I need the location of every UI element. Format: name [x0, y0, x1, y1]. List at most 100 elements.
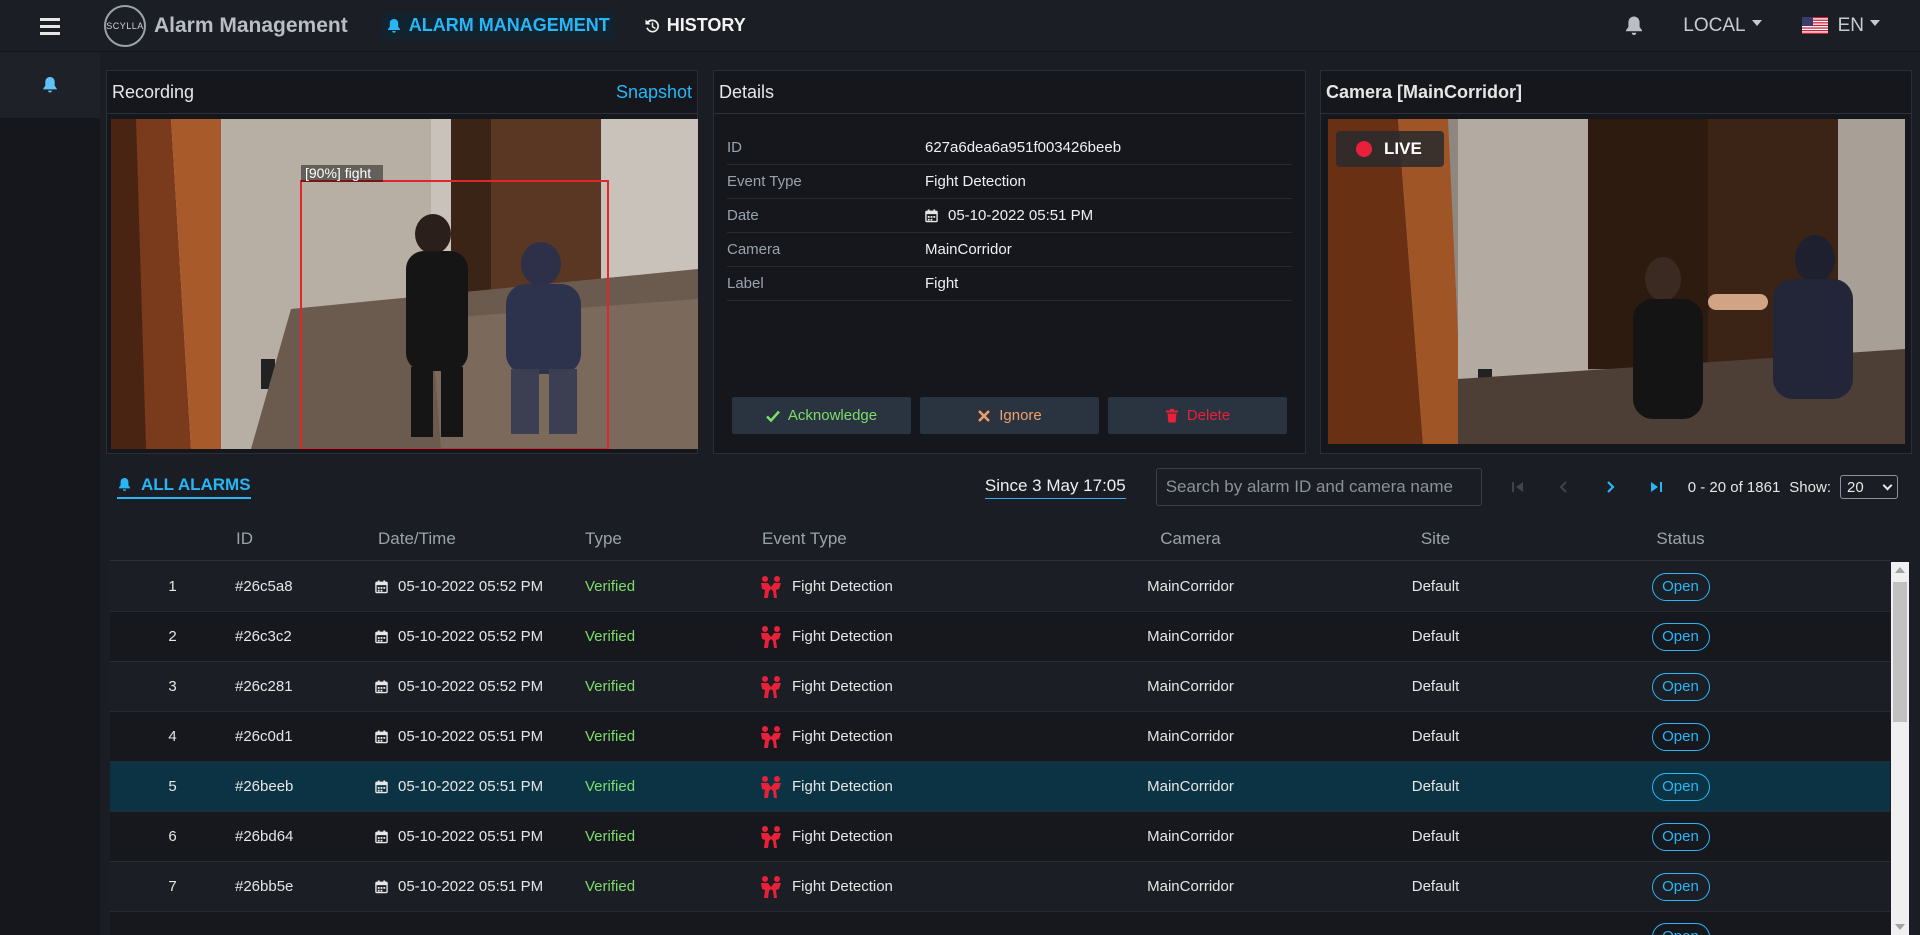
fight-icon: [761, 725, 781, 748]
calendar-icon: [375, 780, 388, 793]
ignore-label: Ignore: [999, 407, 1042, 424]
alarm-event-type: Fight Detection: [758, 675, 1068, 699]
app-logo[interactable]: SCYLLA Alarm Management: [104, 4, 348, 47]
alarm-type: Verified: [585, 578, 636, 595]
alarm-datetime-text: 05-10-2022 05:51 PM: [398, 828, 544, 845]
last-page-button[interactable]: [1640, 471, 1672, 503]
status-open-badge[interactable]: Open: [1651, 572, 1710, 601]
all-alarms-tab[interactable]: ALL ALARMS: [117, 475, 251, 499]
live-label: LIVE: [1384, 139, 1422, 158]
alarm-event-type: Fight Detection: [758, 625, 1068, 649]
table-scrollbar[interactable]: [1891, 562, 1909, 935]
table-row[interactable]: 7 #26bb5e 05-10-2022 05:51 PM Verified Fight…: [110, 862, 1890, 912]
detail-value: Fight Detection: [925, 173, 1026, 190]
prev-page-button[interactable]: [1548, 471, 1580, 503]
locale-dropdown[interactable]: LOCAL: [1683, 15, 1762, 37]
alarm-site: Default: [1411, 778, 1460, 795]
status-open-badge[interactable]: Open: [1651, 822, 1710, 851]
column-header-camera[interactable]: Camera: [1068, 529, 1313, 549]
status-open-badge[interactable]: Open: [1651, 872, 1710, 901]
alarm-datetime: 05-10-2022 05:51 PM: [375, 728, 585, 745]
alarm-site: Default: [1411, 728, 1460, 745]
detail-value: MainCorridor: [925, 241, 1012, 258]
scroll-up-icon[interactable]: [1895, 567, 1905, 573]
column-header-id[interactable]: ID: [235, 529, 375, 549]
sidebar-item-alarms[interactable]: [0, 52, 100, 118]
camera-header: Camera [MainCorridor]: [1321, 71, 1911, 114]
alarm-status: Open: [1558, 822, 1803, 851]
status-open-badge[interactable]: Open: [1651, 622, 1710, 651]
next-page-button[interactable]: [1594, 471, 1626, 503]
delete-label: Delete: [1186, 407, 1231, 424]
detail-row-date: Date 05-10-2022 05:51 PM: [727, 199, 1292, 233]
delete-button[interactable]: Delete: [1108, 397, 1287, 434]
page-size-value: 20: [1847, 478, 1864, 496]
table-row[interactable]: 2 #26c3c2 05-10-2022 05:52 PM Verified Fight…: [110, 612, 1890, 662]
details-header: Details: [714, 71, 1305, 114]
page-size-select[interactable]: 20: [1840, 475, 1898, 499]
scroll-down-icon[interactable]: [1895, 924, 1905, 930]
acknowledge-button[interactable]: Acknowledge: [732, 397, 911, 434]
notifications-bell-icon[interactable]: [1623, 15, 1645, 37]
detail-row-label: Label Fight: [727, 267, 1292, 301]
alarm-event-text: Fight Detection: [792, 778, 893, 795]
alarm-search-input[interactable]: [1155, 468, 1482, 506]
table-row[interactable]: 5 #26beeb 05-10-2022 05:51 PM Verified Fight…: [110, 762, 1890, 812]
alarm-datetime: 05-10-2022 05:51 PM: [375, 878, 585, 895]
alarm-event-type: Fight Detection: [758, 775, 1068, 799]
column-header-site[interactable]: Site: [1313, 529, 1558, 549]
scroll-thumb[interactable]: [1893, 582, 1907, 722]
status-open-badge[interactable]: Open: [1651, 722, 1710, 751]
trash-icon: [1165, 408, 1178, 422]
row-index: 6: [168, 828, 177, 845]
table-row[interactable]: 3 #26c281 05-10-2022 05:52 PM Verified Fight…: [110, 662, 1890, 712]
alarm-camera: MainCorridor: [1147, 628, 1234, 645]
details-title: Details: [719, 81, 775, 102]
menu-icon[interactable]: [0, 0, 100, 52]
snapshot-link[interactable]: Snapshot: [616, 82, 692, 103]
first-page-button[interactable]: [1502, 471, 1534, 503]
tab-history[interactable]: HISTORY: [640, 13, 750, 39]
alarm-camera: MainCorridor: [1147, 778, 1234, 795]
live-frame: [1328, 119, 1905, 444]
column-header-datetime[interactable]: Date/Time: [375, 529, 585, 549]
status-open-badge[interactable]: Open: [1651, 922, 1710, 935]
alarm-camera: MainCorridor: [1147, 828, 1234, 845]
status-open-badge[interactable]: Open: [1651, 772, 1710, 801]
detail-row-id: ID 627a6dea6a951f003426beeb: [727, 131, 1292, 165]
tab-alarm-management[interactable]: ALARM MANAGEMENT: [381, 12, 614, 39]
table-row[interactable]: 4 #26c0d1 05-10-2022 05:51 PM Verified Fight…: [110, 712, 1890, 762]
alarm-camera: MainCorridor: [1147, 728, 1234, 745]
column-header-type[interactable]: Type: [585, 529, 758, 549]
app-title: Alarm Management: [154, 13, 348, 37]
alarm-camera: MainCorridor: [1147, 578, 1234, 595]
tab-label: HISTORY: [666, 15, 746, 35]
table-row[interactable]: 6 #26bd64 05-10-2022 05:51 PM Verified Fight…: [110, 812, 1890, 862]
alarm-event-type: Fight Detection: [758, 575, 1068, 599]
detail-key: ID: [727, 139, 742, 156]
alarm-event-type: Fight Detection: [758, 725, 1068, 749]
fight-icon: [761, 775, 781, 798]
check-icon: [765, 410, 780, 422]
language-dropdown[interactable]: EN: [1801, 15, 1880, 37]
alarm-type: Verified: [585, 678, 636, 695]
detail-value: Fight: [925, 275, 959, 292]
alarm-id: #26bb5e: [235, 878, 294, 895]
live-video[interactable]: LIVE: [1328, 119, 1905, 444]
row-index: 1: [168, 578, 177, 595]
alarm-event-text: Fight Detection: [792, 628, 893, 645]
table-row[interactable]: Open: [110, 912, 1890, 935]
fight-icon: [761, 575, 781, 598]
column-header-status[interactable]: Status: [1558, 529, 1803, 549]
ignore-button[interactable]: Ignore: [920, 397, 1099, 434]
detail-key: Event Type: [727, 173, 802, 190]
table-row[interactable]: 1 #26c5a8 05-10-2022 05:52 PM Verified Fight…: [110, 562, 1890, 612]
since-date-picker[interactable]: Since 3 May 17:05: [984, 476, 1126, 499]
status-open-badge[interactable]: Open: [1651, 672, 1710, 701]
column-header-event-type[interactable]: Event Type: [758, 529, 1068, 549]
top-right-controls: LOCAL EN: [1623, 0, 1920, 52]
calendar-icon: [375, 880, 388, 893]
acknowledge-label: Acknowledge: [787, 407, 878, 424]
alarm-id: #26bd64: [235, 828, 294, 845]
recording-video[interactable]: [90%] fight: [111, 119, 698, 449]
